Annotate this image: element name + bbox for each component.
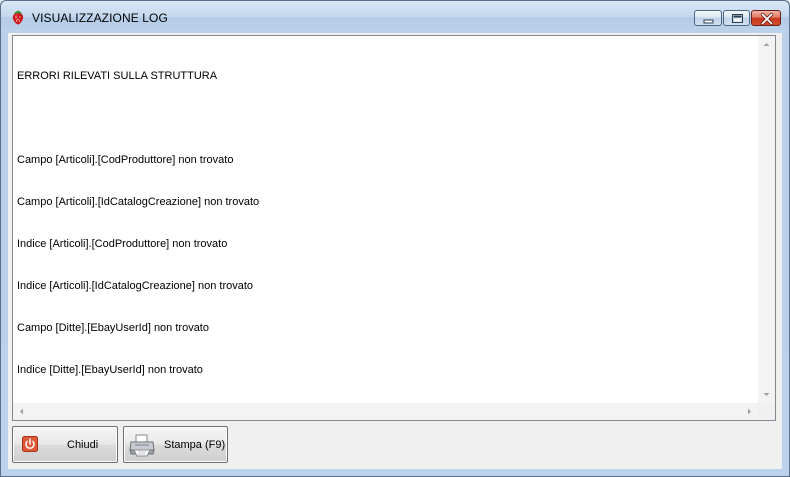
close-icon [760,12,774,26]
log-line: Campo [Articoli].[CodProduttore] non tro… [17,154,234,166]
log-line: Campo [Ditte].[EbayUserId] non trovato [17,322,209,334]
close-button-label: Chiudi [67,439,99,451]
close-button[interactable]: Chiudi [12,426,118,463]
title-bar[interactable]: VISUALIZZAZIONE LOG [1,1,789,33]
scroll-down-icon[interactable] [758,386,775,403]
scroll-right-icon[interactable] [741,403,758,420]
scrollbar-corner [758,403,775,420]
log-line-title: ERRORI RILEVATI SULLA STRUTTURA [17,70,218,82]
log-line: Indice [Articoli].[CodProduttore] non tr… [17,238,228,250]
horizontal-scrollbar[interactable] [13,403,758,420]
vertical-scrollbar[interactable] [758,36,775,403]
print-button[interactable]: Stampa (F9) [123,426,228,463]
log-line: Indice [Articoli].[IdCatalogCreazione] n… [17,280,254,292]
printer-icon [129,434,155,457]
log-line-blank [17,111,752,125]
minimize-button[interactable] [694,10,722,26]
strawberry-icon [12,10,24,25]
log-line: Campo [Articoli].[IdCatalogCreazione] no… [17,196,260,208]
window-content: ERRORI RILEVATI SULLA STRUTTURA Campo [A… [8,33,782,469]
log-text: ERRORI RILEVATI SULLA STRUTTURA Campo [A… [17,41,752,401]
print-button-label: Stampa (F9) [164,439,226,451]
scroll-up-icon[interactable] [758,36,775,53]
scroll-left-icon[interactable] [13,403,30,420]
minimize-icon [703,19,714,24]
close-window-button[interactable] [751,10,781,26]
power-icon [22,436,38,452]
maximize-icon [732,14,743,23]
log-line: Indice [Ditte].[EbayUserId] non trovato [17,364,203,376]
window-title: VISUALIZZAZIONE LOG [32,11,168,25]
main-window: VISUALIZZAZIONE LOG ERRORI RILEVATI SULL… [0,0,790,477]
maximize-button[interactable] [723,10,750,26]
log-textbox[interactable]: ERRORI RILEVATI SULLA STRUTTURA Campo [A… [12,35,776,421]
